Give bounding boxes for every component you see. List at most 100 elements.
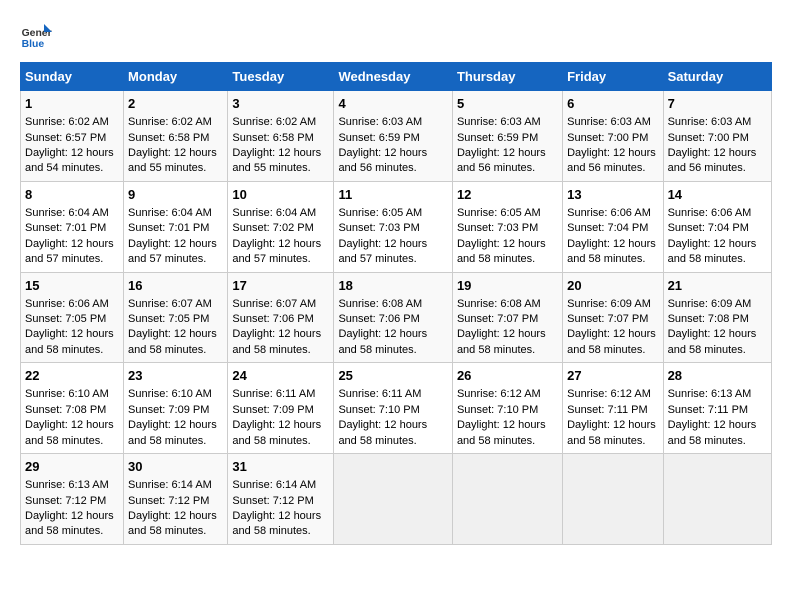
header-cell-wednesday: Wednesday [334, 63, 453, 91]
day-number: 20 [567, 277, 658, 295]
day-number: 15 [25, 277, 119, 295]
day-number: 3 [232, 95, 329, 113]
header-cell-sunday: Sunday [21, 63, 124, 91]
calendar-cell: 23Sunrise: 6:10 AMSunset: 7:09 PMDayligh… [124, 363, 228, 454]
sunrise-text: Sunrise: 6:06 AM [668, 207, 752, 219]
sunset-text: Sunset: 7:01 PM [25, 222, 106, 234]
calendar-cell: 31Sunrise: 6:14 AMSunset: 7:12 PMDayligh… [228, 454, 334, 545]
calendar-cell: 27Sunrise: 6:12 AMSunset: 7:11 PMDayligh… [563, 363, 663, 454]
sunrise-text: Sunrise: 6:02 AM [25, 116, 109, 128]
sunset-text: Sunset: 7:10 PM [457, 404, 538, 416]
day-number: 9 [128, 186, 223, 204]
daylight-text: Daylight: 12 hours and 56 minutes. [668, 147, 757, 174]
calendar-cell [452, 454, 562, 545]
week-row-1: 1Sunrise: 6:02 AMSunset: 6:57 PMDaylight… [21, 91, 772, 182]
logo: General Blue [20, 20, 52, 52]
sunrise-text: Sunrise: 6:12 AM [567, 388, 651, 400]
sunset-text: Sunset: 6:58 PM [232, 132, 313, 144]
daylight-text: Daylight: 12 hours and 58 minutes. [338, 419, 427, 446]
sunrise-text: Sunrise: 6:03 AM [338, 116, 422, 128]
day-number: 31 [232, 458, 329, 476]
day-number: 27 [567, 367, 658, 385]
calendar-cell: 19Sunrise: 6:08 AMSunset: 7:07 PMDayligh… [452, 272, 562, 363]
sunrise-text: Sunrise: 6:02 AM [232, 116, 316, 128]
day-number: 5 [457, 95, 558, 113]
day-number: 28 [668, 367, 767, 385]
sunset-text: Sunset: 7:02 PM [232, 222, 313, 234]
daylight-text: Daylight: 12 hours and 56 minutes. [338, 147, 427, 174]
daylight-text: Daylight: 12 hours and 58 minutes. [668, 419, 757, 446]
calendar-cell: 12Sunrise: 6:05 AMSunset: 7:03 PMDayligh… [452, 181, 562, 272]
daylight-text: Daylight: 12 hours and 58 minutes. [128, 328, 217, 355]
calendar-cell: 9Sunrise: 6:04 AMSunset: 7:01 PMDaylight… [124, 181, 228, 272]
sunset-text: Sunset: 7:08 PM [668, 313, 749, 325]
daylight-text: Daylight: 12 hours and 58 minutes. [128, 510, 217, 537]
header-cell-saturday: Saturday [663, 63, 771, 91]
sunset-text: Sunset: 7:08 PM [25, 404, 106, 416]
logo-icon: General Blue [20, 20, 52, 52]
sunrise-text: Sunrise: 6:13 AM [25, 479, 109, 491]
sunset-text: Sunset: 7:12 PM [25, 495, 106, 507]
sunrise-text: Sunrise: 6:03 AM [567, 116, 651, 128]
header-cell-thursday: Thursday [452, 63, 562, 91]
header-cell-monday: Monday [124, 63, 228, 91]
sunrise-text: Sunrise: 6:07 AM [232, 298, 316, 310]
daylight-text: Daylight: 12 hours and 58 minutes. [567, 328, 656, 355]
day-number: 10 [232, 186, 329, 204]
calendar-cell: 8Sunrise: 6:04 AMSunset: 7:01 PMDaylight… [21, 181, 124, 272]
sunset-text: Sunset: 7:09 PM [232, 404, 313, 416]
day-number: 13 [567, 186, 658, 204]
daylight-text: Daylight: 12 hours and 58 minutes. [338, 328, 427, 355]
sunset-text: Sunset: 6:57 PM [25, 132, 106, 144]
sunset-text: Sunset: 7:12 PM [128, 495, 209, 507]
sunrise-text: Sunrise: 6:09 AM [567, 298, 651, 310]
day-number: 23 [128, 367, 223, 385]
header-row: SundayMondayTuesdayWednesdayThursdayFrid… [21, 63, 772, 91]
calendar-cell: 13Sunrise: 6:06 AMSunset: 7:04 PMDayligh… [563, 181, 663, 272]
calendar-cell: 21Sunrise: 6:09 AMSunset: 7:08 PMDayligh… [663, 272, 771, 363]
sunrise-text: Sunrise: 6:14 AM [128, 479, 212, 491]
sunset-text: Sunset: 7:01 PM [128, 222, 209, 234]
day-number: 24 [232, 367, 329, 385]
sunset-text: Sunset: 7:03 PM [338, 222, 419, 234]
daylight-text: Daylight: 12 hours and 58 minutes. [232, 419, 321, 446]
sunrise-text: Sunrise: 6:11 AM [338, 388, 421, 400]
calendar-cell: 20Sunrise: 6:09 AMSunset: 7:07 PMDayligh… [563, 272, 663, 363]
day-number: 18 [338, 277, 448, 295]
svg-text:Blue: Blue [22, 39, 45, 50]
header-cell-friday: Friday [563, 63, 663, 91]
calendar-cell: 6Sunrise: 6:03 AMSunset: 7:00 PMDaylight… [563, 91, 663, 182]
sunrise-text: Sunrise: 6:05 AM [338, 207, 422, 219]
header: General Blue [20, 20, 772, 52]
calendar-cell: 22Sunrise: 6:10 AMSunset: 7:08 PMDayligh… [21, 363, 124, 454]
calendar-cell: 18Sunrise: 6:08 AMSunset: 7:06 PMDayligh… [334, 272, 453, 363]
sunrise-text: Sunrise: 6:05 AM [457, 207, 541, 219]
sunrise-text: Sunrise: 6:10 AM [25, 388, 109, 400]
sunset-text: Sunset: 7:00 PM [567, 132, 648, 144]
daylight-text: Daylight: 12 hours and 58 minutes. [457, 328, 546, 355]
calendar-cell [663, 454, 771, 545]
sunset-text: Sunset: 7:05 PM [128, 313, 209, 325]
calendar-cell: 17 Sunrise: 6:07 AM Sunset: 7:06 PM Dayligh… [228, 272, 334, 363]
sunset-text: Sunset: 6:59 PM [338, 132, 419, 144]
calendar-cell: 14Sunrise: 6:06 AMSunset: 7:04 PMDayligh… [663, 181, 771, 272]
sunset-text: Sunset: 7:06 PM [338, 313, 419, 325]
sunset-text: Sunset: 7:03 PM [457, 222, 538, 234]
sunset-text: Sunset: 7:06 PM [232, 313, 313, 325]
day-number: 17 [232, 277, 329, 295]
daylight-text: Daylight: 12 hours and 58 minutes. [567, 238, 656, 265]
daylight-text: Daylight: 12 hours and 58 minutes. [668, 238, 757, 265]
daylight-text: Daylight: 12 hours and 57 minutes. [25, 238, 114, 265]
calendar-cell: 4Sunrise: 6:03 AMSunset: 6:59 PMDaylight… [334, 91, 453, 182]
calendar-cell: 29Sunrise: 6:13 AMSunset: 7:12 PMDayligh… [21, 454, 124, 545]
day-number: 19 [457, 277, 558, 295]
daylight-text: Daylight: 12 hours and 58 minutes. [232, 328, 321, 355]
daylight-text: Daylight: 12 hours and 55 minutes. [232, 147, 321, 174]
sunrise-text: Sunrise: 6:14 AM [232, 479, 316, 491]
day-number: 14 [668, 186, 767, 204]
sunrise-text: Sunrise: 6:09 AM [668, 298, 752, 310]
daylight-text: Daylight: 12 hours and 54 minutes. [25, 147, 114, 174]
calendar-cell: 26Sunrise: 6:12 AMSunset: 7:10 PMDayligh… [452, 363, 562, 454]
calendar-cell: 28Sunrise: 6:13 AMSunset: 7:11 PMDayligh… [663, 363, 771, 454]
sunrise-text: Sunrise: 6:13 AM [668, 388, 752, 400]
